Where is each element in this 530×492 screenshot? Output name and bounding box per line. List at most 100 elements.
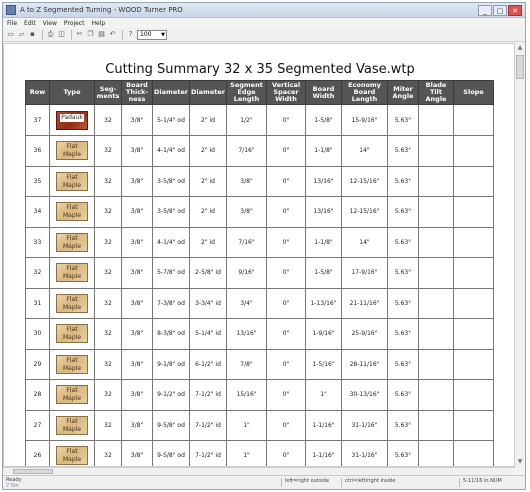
row-number: 30 <box>25 318 50 350</box>
miter-angle-cell: 5.63° <box>387 348 419 380</box>
slope-cell <box>453 257 494 289</box>
board-length-cell: 12-15/16" <box>341 165 388 197</box>
save-icon[interactable]: ▪ <box>28 30 37 39</box>
board-width-cell: 1" <box>305 379 342 411</box>
segments-cell: 32 <box>94 257 122 289</box>
edge-length-cell: 7/16" <box>226 135 267 167</box>
wood-swatch: Flat Maple <box>56 415 88 435</box>
board-width-cell: 1-1/16" <box>305 409 342 441</box>
thickness-cell: 3/8" <box>121 196 153 228</box>
undo-icon[interactable]: ↶ <box>108 30 117 39</box>
outer-diameter-cell: 3-5/8" od <box>152 165 190 197</box>
cutting-table: Row Type Seg-ments Board Thick-ness Diam… <box>25 80 494 466</box>
scroll-thumb[interactable] <box>516 55 524 79</box>
board-width-cell: 1-5/16" <box>305 348 342 380</box>
new-icon[interactable]: ▭ <box>6 30 15 39</box>
wood-type-label: Flat Maple <box>62 295 82 311</box>
edge-length-cell: 15/16" <box>226 379 267 411</box>
copy-icon[interactable]: ❐ <box>86 30 95 39</box>
wood-type-label: Flat Maple <box>62 204 82 220</box>
zoom-value: 100 <box>140 30 152 38</box>
board-length-cell: 21-11/16" <box>341 287 388 319</box>
miter-angle-cell: 5.63° <box>387 440 419 466</box>
spacer-cell: 0" <box>266 318 306 350</box>
outer-diameter-cell: 4-1/4" od <box>152 226 190 258</box>
blade-tilt-cell <box>418 165 454 197</box>
print-preview-icon[interactable]: ◫ <box>57 30 66 39</box>
menu-file[interactable]: File <box>7 20 17 27</box>
status-left-click: left=right outside <box>281 478 329 487</box>
horizontal-scrollbar[interactable] <box>3 467 515 475</box>
cut-icon[interactable]: ✂ <box>75 30 84 39</box>
scroll-up-icon[interactable]: ▲ <box>515 43 525 53</box>
row-number: 27 <box>25 409 50 441</box>
toolbar-separator <box>122 29 123 40</box>
inner-diameter-cell: 2" id <box>189 135 227 167</box>
help-icon[interactable]: ? <box>126 30 135 39</box>
thickness-cell: 3/8" <box>121 104 153 136</box>
miter-angle-cell: 5.63° <box>387 104 419 136</box>
scroll-down-icon[interactable]: ▼ <box>515 457 525 467</box>
column-header: Slope <box>453 80 494 105</box>
row-number: 33 <box>25 226 50 258</box>
edge-length-cell: 7/16" <box>226 226 267 258</box>
table-row: 28 Flat Maple 32 3/8" 9-1/2" od 7-1/2" id 15/1… <box>25 379 494 411</box>
blade-tilt-cell <box>418 257 454 289</box>
slope-cell <box>453 287 494 319</box>
menu-help[interactable]: Help <box>91 20 105 27</box>
app-window: A to Z Segmented Turning - WOOD Turner P… <box>2 2 526 490</box>
scroll-thumb[interactable] <box>13 469 53 474</box>
status-right-click: ctrl=left/right inside <box>341 478 395 487</box>
wood-swatch: Flat Maple <box>56 263 88 283</box>
slope-cell <box>453 379 494 411</box>
thickness-cell: 3/8" <box>121 287 153 319</box>
column-header: Vertical Spacer Width <box>266 80 306 105</box>
thickness-cell: 3/8" <box>121 226 153 258</box>
table-row: 33 Flat Maple 32 3/8" 4-1/4" od 2" id 7/16" 0" 1… <box>25 226 494 258</box>
wood-type: Flat Maple <box>49 165 95 197</box>
wood-swatch: Flat Maple <box>56 202 88 222</box>
outer-diameter-cell: 4-1/4" od <box>152 135 190 167</box>
vertical-scrollbar[interactable]: ▲ ▼ <box>514 43 525 467</box>
paste-icon[interactable]: ▤ <box>97 30 106 39</box>
board-length-cell: 15-9/16" <box>341 104 388 136</box>
close-button[interactable]: ✕ <box>508 4 522 16</box>
miter-angle-cell: 5.63° <box>387 135 419 167</box>
thickness-cell: 3/8" <box>121 135 153 167</box>
thickness-cell: 3/8" <box>121 257 153 289</box>
blade-tilt-cell <box>418 379 454 411</box>
miter-angle-cell: 5.63° <box>387 409 419 441</box>
table-row: 36 Flat Maple 32 3/8" 4-1/4" od 2" id 7/16" 0" 1… <box>25 135 494 167</box>
row-number: 36 <box>25 135 50 167</box>
table-row: 31 Flat Maple 32 3/8" 7-3/8" od 3-3/4" id 3/4"… <box>25 287 494 319</box>
report-view[interactable]: Cutting Summary 32 x 35 Segmented Vase.w… <box>3 43 515 467</box>
slope-cell <box>453 165 494 197</box>
menu-edit[interactable]: Edit <box>24 20 36 27</box>
blade-tilt-cell <box>418 409 454 441</box>
outer-diameter-cell: 3-5/8" od <box>152 196 190 228</box>
print-icon[interactable]: ⎙ <box>46 30 55 39</box>
menu-project[interactable]: Project <box>64 20 85 27</box>
edge-length-cell: 3/4" <box>226 287 267 319</box>
zoom-select[interactable]: 100 ▼ <box>137 29 167 40</box>
row-number: 29 <box>25 348 50 380</box>
menu-view[interactable]: View <box>43 20 57 27</box>
blade-tilt-cell <box>418 318 454 350</box>
spacer-cell: 0" <box>266 348 306 380</box>
inner-diameter-cell: 2" id <box>189 165 227 197</box>
maximize-button[interactable]: □ <box>493 4 507 16</box>
outer-diameter-cell: 7-3/8" od <box>152 287 190 319</box>
open-icon[interactable]: ▱ <box>17 30 26 39</box>
minimize-button[interactable]: _ <box>478 4 492 16</box>
row-number: 37 <box>25 104 50 136</box>
spacer-cell: 0" <box>266 165 306 197</box>
toolbar-separator <box>71 29 72 40</box>
board-length-cell: 17-9/16" <box>341 257 388 289</box>
spacer-cell: 0" <box>266 440 306 466</box>
blade-tilt-cell <box>418 226 454 258</box>
window-title: A to Z Segmented Turning - WOOD Turner P… <box>20 6 183 14</box>
inner-diameter-cell: 3-3/4" id <box>189 287 227 319</box>
slope-cell <box>453 226 494 258</box>
wood-type: Flat Maple <box>49 287 95 319</box>
board-length-cell: 25-9/16" <box>341 318 388 350</box>
